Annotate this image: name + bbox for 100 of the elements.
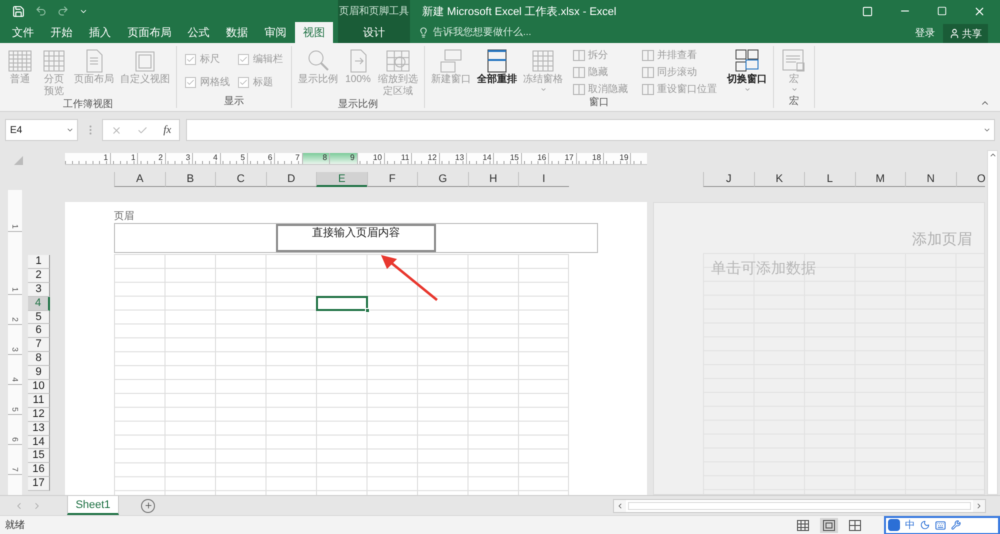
column-header[interactable]: I xyxy=(518,172,568,187)
row-header[interactable]: 3 xyxy=(28,282,50,297)
checkbox-label: 网格线 xyxy=(185,75,230,89)
group-label: 宏 xyxy=(788,95,800,108)
view-button[interactable] xyxy=(794,518,812,532)
view-button[interactable] xyxy=(846,518,864,532)
column-header[interactable]: L xyxy=(804,172,854,187)
ruler-number: 1 xyxy=(8,232,22,295)
window-title: 新建 Microsoft Excel 工作表.xlsx - Excel xyxy=(422,4,616,18)
column-header[interactable]: B xyxy=(164,172,215,187)
page-layout-icon xyxy=(823,520,835,530)
ruler-number: 6 xyxy=(248,153,276,164)
row-header[interactable]: 11 xyxy=(28,394,50,408)
header-area[interactable]: 直接输入页眉内容 xyxy=(114,223,598,253)
row-header[interactable]: 9 xyxy=(28,366,50,380)
row-header[interactable]: 13 xyxy=(28,422,50,436)
group-label: 显示比例 xyxy=(337,98,379,111)
ruler-number: 6 xyxy=(8,415,22,445)
column-header[interactable]: G xyxy=(417,172,468,187)
wrench-icon[interactable] xyxy=(951,520,961,530)
column-header[interactable]: K xyxy=(754,172,804,187)
ribbon-tab[interactable]: 开始 xyxy=(42,22,80,43)
header-center-section[interactable]: 直接输入页眉内容 xyxy=(276,224,436,252)
ribbon-tab[interactable]: 数据 xyxy=(218,22,256,43)
ruler-number: 3 xyxy=(8,325,22,355)
split-icon xyxy=(573,50,585,60)
ribbon-tab[interactable]: 文件 xyxy=(4,22,42,43)
ime-logo-icon[interactable] xyxy=(888,519,900,531)
column-header[interactable]: H xyxy=(468,172,518,187)
ruler-number: 10 xyxy=(358,153,385,164)
scroll-up-icon[interactable] xyxy=(988,151,996,159)
share-button[interactable]: 共享 xyxy=(943,24,988,43)
column-header[interactable]: M xyxy=(854,172,905,187)
ribbon-tab[interactable]: 页面布局 xyxy=(119,22,180,43)
row-header[interactable]: 17 xyxy=(28,477,50,492)
contextual-tools-label: 页眉和页脚工具 xyxy=(338,0,410,22)
checkbox-label: 编辑栏 xyxy=(238,52,283,66)
checkbox-label: 标尺 xyxy=(185,52,230,66)
zoom-selection-icon xyxy=(385,48,411,74)
ribbon-button[interactable]: 切换窗口 xyxy=(725,46,769,93)
name-box[interactable]: E4 xyxy=(5,119,78,141)
column-header[interactable]: F xyxy=(366,172,417,187)
row-header[interactable]: 15 xyxy=(28,449,50,464)
add-sheet-button[interactable] xyxy=(141,498,155,512)
row-header[interactable]: 6 xyxy=(28,324,50,338)
row-header[interactable]: 1 xyxy=(28,255,50,269)
ribbon-button[interactable]: 全部重排 xyxy=(475,46,519,86)
column-header[interactable]: J xyxy=(703,172,754,187)
column-header[interactable]: N xyxy=(905,172,956,187)
vertical-scrollbar[interactable] xyxy=(987,150,998,495)
lightbulb-icon xyxy=(418,27,429,38)
row-header[interactable]: 8 xyxy=(28,352,50,366)
view-button[interactable] xyxy=(820,518,838,532)
ribbon-tab[interactable]: 公式 xyxy=(180,22,218,43)
sheet-tab[interactable]: Sheet1 xyxy=(67,496,119,515)
person-icon xyxy=(949,28,960,39)
formula-field[interactable] xyxy=(186,119,995,141)
column-header[interactable]: E xyxy=(316,172,366,187)
column-header[interactable]: C xyxy=(215,172,266,187)
close-icon[interactable] xyxy=(973,4,986,18)
ruler-number: 14 xyxy=(467,153,494,164)
fill-handle[interactable] xyxy=(364,308,370,313)
save-icon[interactable] xyxy=(12,4,25,18)
ruler-number: 17 xyxy=(549,153,577,164)
column-header[interactable]: A xyxy=(114,172,164,187)
ruler-number: 4 xyxy=(8,355,22,385)
input-mode-toggle[interactable]: 中 xyxy=(905,518,915,532)
ruler-number: 8 xyxy=(302,153,330,164)
scroll-thumb[interactable] xyxy=(628,502,971,510)
tell-me-field[interactable]: 告诉我您想要做什么... xyxy=(433,27,573,38)
expand-icon[interactable] xyxy=(983,126,991,134)
moon-icon[interactable] xyxy=(920,520,930,530)
row-header[interactable]: 4 xyxy=(28,296,50,311)
undo-icon[interactable] xyxy=(35,5,47,17)
ruler-number: 2 xyxy=(8,295,22,325)
sign-in-link[interactable]: 登录 xyxy=(915,22,943,43)
macro-icon xyxy=(781,48,807,74)
ribbon-tab[interactable]: 插入 xyxy=(80,22,119,43)
row-header[interactable]: 16 xyxy=(28,463,50,478)
freeze-panes-icon xyxy=(530,48,556,74)
ribbon-display-icon[interactable] xyxy=(862,6,873,16)
horizontal-scrollbar[interactable] xyxy=(613,498,986,512)
check-icon[interactable] xyxy=(137,124,148,136)
sheet-grid-icon xyxy=(7,48,33,74)
row-header[interactable]: 14 xyxy=(28,436,50,450)
insert-function-button[interactable]: fx xyxy=(163,124,172,136)
restore-icon[interactable] xyxy=(937,6,947,16)
row-header[interactable]: 10 xyxy=(28,380,50,394)
redo-icon[interactable] xyxy=(57,5,69,17)
ribbon-tab[interactable]: 设计 xyxy=(338,22,410,43)
row-header[interactable]: 12 xyxy=(28,408,50,422)
group-label: 工作簿视图 xyxy=(62,98,114,111)
row-header[interactable]: 7 xyxy=(28,338,50,352)
keyboard-icon[interactable] xyxy=(935,520,946,530)
row-header[interactable]: 5 xyxy=(28,310,50,324)
ribbon-tab[interactable]: 视图 xyxy=(294,22,333,43)
status-text: 就绪 xyxy=(5,518,25,532)
selected-cell[interactable] xyxy=(316,296,368,311)
row-header[interactable]: 2 xyxy=(28,268,50,283)
ribbon-tab[interactable]: 审阅 xyxy=(256,22,295,43)
